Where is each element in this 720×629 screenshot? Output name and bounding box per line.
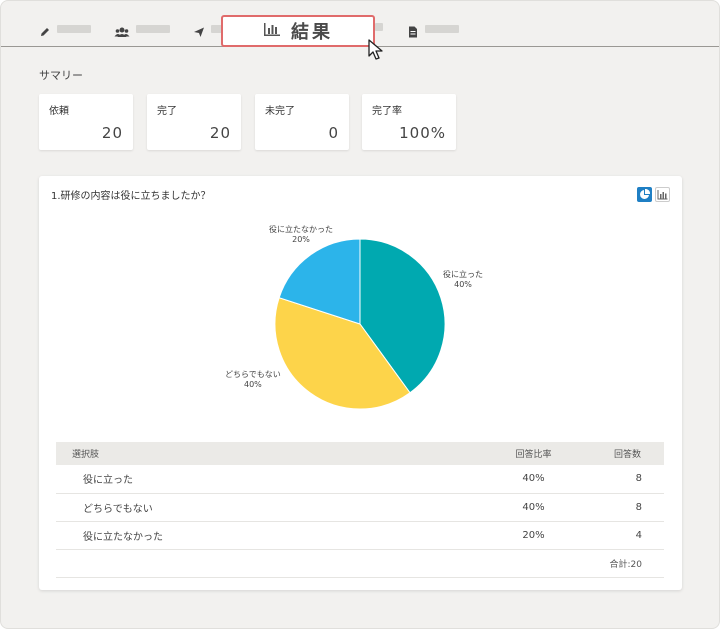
tab-edit[interactable] (39, 23, 91, 36)
stat-card-incomplete: 未完了 0 (255, 94, 349, 150)
pie-slice-label: 役に立たなかった 20% (269, 225, 333, 245)
pie-slice-label: どちらでもない 40% (225, 370, 281, 390)
choice-cell: 役に立たなかった (56, 521, 476, 550)
pie-slice-label: 役に立った 40% (443, 270, 483, 290)
count-cell: 8 (591, 465, 664, 494)
bar-chart-icon (263, 21, 281, 41)
table-header-row: 選択肢 回答比率 回答数 (56, 442, 664, 465)
pie-value-label: 40% (243, 380, 262, 389)
choice-cell: 役に立った (56, 465, 476, 494)
pie-category-label: 役に立たなかった (269, 225, 333, 234)
pencil-icon (39, 23, 51, 36)
stat-value: 20 (101, 124, 123, 142)
tab-members[interactable] (114, 23, 170, 37)
pie-category-label: どちらでもない (225, 370, 281, 379)
mouse-cursor-icon (368, 39, 383, 60)
table-row: 役に立った 40% 8 (56, 465, 664, 494)
ratio-cell: 40% (476, 465, 591, 494)
question-result-card: 1.研修の内容は役に立ちましたか？ 役に立った 40% どちらでもない 40% … (39, 176, 682, 590)
table-total-row: 合計:20 (56, 549, 664, 578)
count-cell: 8 (591, 493, 664, 522)
users-icon (114, 23, 130, 37)
tab-bar: 結果 (1, 1, 719, 47)
table-row: 役に立たなかった 20% 4 (56, 521, 664, 550)
tab-label-placeholder (57, 25, 91, 33)
summary-title: サマリー (39, 69, 83, 82)
tab-label-placeholder (136, 25, 170, 33)
column-header: 選択肢 (56, 442, 476, 465)
pie-value-label: 20% (292, 235, 310, 244)
column-header: 回答比率 (476, 442, 591, 465)
pie-chart (274, 238, 446, 410)
stat-label: 完了 (157, 106, 177, 117)
stat-card-completion-rate: 完了率 100% (362, 94, 456, 150)
document-icon (407, 23, 419, 38)
count-cell: 4 (591, 521, 664, 550)
stat-card-requests: 依頼 20 (39, 94, 133, 150)
stat-label: 未完了 (265, 106, 295, 117)
pie-value-label: 40% (454, 280, 472, 289)
stat-value: 0 (328, 124, 339, 142)
results-table: 選択肢 回答比率 回答数 役に立った 40% 8 どちらでもない 40% 8 役… (56, 442, 664, 578)
stat-label: 完了率 (372, 106, 402, 117)
column-header: 回答数 (591, 442, 664, 465)
tab-report[interactable] (407, 23, 459, 38)
tab-send-tail (375, 23, 383, 31)
results-window: 結果 サマリー 依頼 20 完了 20 未完了 0 完了率 100% 1.研修の… (0, 0, 720, 629)
ratio-cell: 20% (476, 521, 591, 550)
stat-label: 依頼 (49, 106, 69, 117)
table-row: どちらでもない 40% 8 (56, 493, 664, 522)
stat-value: 20 (209, 124, 231, 142)
tab-results-label: 結果 (291, 22, 333, 43)
tab-results[interactable]: 結果 (221, 15, 375, 47)
stat-value: 100% (399, 124, 446, 142)
send-icon (193, 23, 205, 37)
tab-send[interactable] (193, 23, 223, 37)
ratio-cell: 40% (476, 493, 591, 522)
pie-category-label: 役に立った (443, 270, 483, 279)
choice-cell: どちらでもない (56, 493, 476, 522)
total-count: 合計:20 (56, 549, 664, 578)
tab-label-placeholder (425, 25, 459, 33)
stat-card-completed: 完了 20 (147, 94, 241, 150)
